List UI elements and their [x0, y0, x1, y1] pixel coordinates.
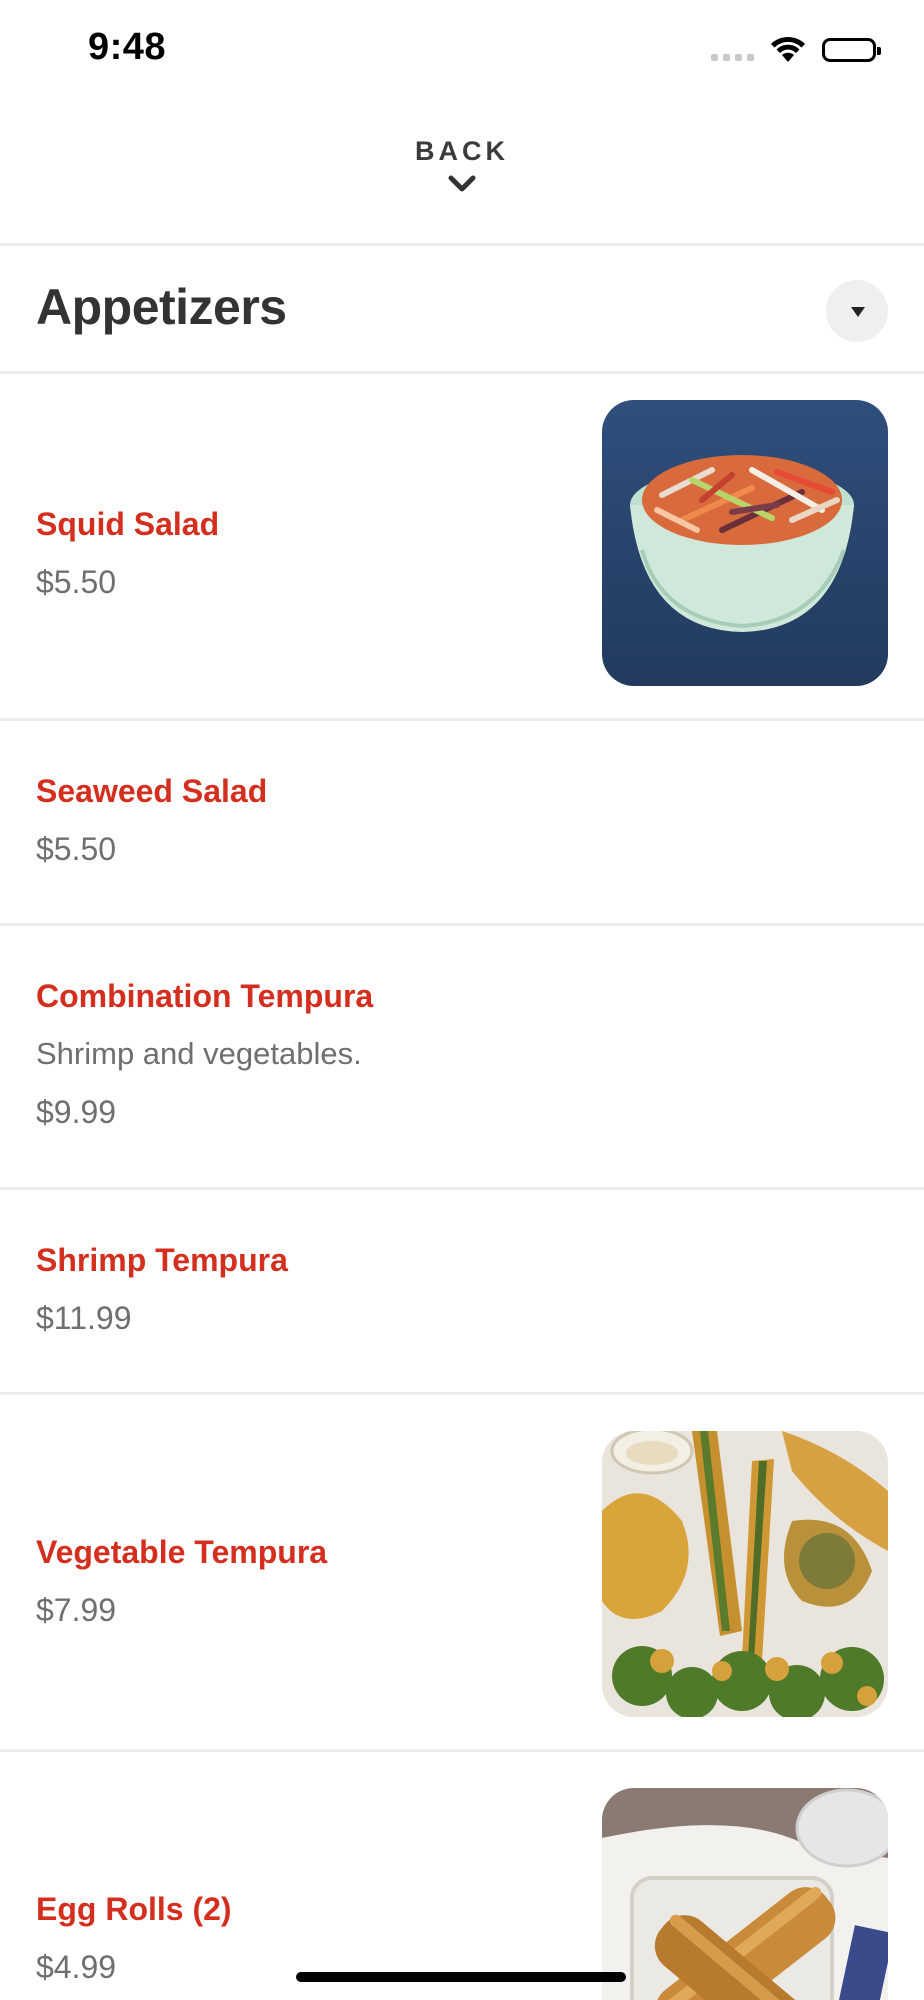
item-name: Vegetable Tempura [36, 1534, 328, 1570]
status-time: 9:48 [88, 26, 167, 68]
item-text: Squid Salad $5.50 [36, 502, 576, 604]
back-label: BACK [415, 136, 509, 166]
item-name: Combination Tempura [36, 978, 374, 1014]
item-name: Shrimp Tempura [36, 1242, 288, 1278]
menu-item-seaweed-salad[interactable]: Seaweed Salad $5.50 [0, 721, 924, 926]
menu-item-squid-salad[interactable]: Squid Salad $5.50 [0, 374, 924, 721]
item-text: Shrimp Tempura $11.99 [36, 1238, 576, 1340]
item-price: $11.99 [36, 1300, 132, 1336]
back-button[interactable]: BACK [362, 136, 562, 216]
menu-item-combination-tempura[interactable]: Combination Tempura Shrimp and vegetable… [0, 926, 924, 1190]
item-text: Seaweed Salad $5.50 [36, 769, 576, 871]
section-title: Appetizers [36, 279, 287, 335]
item-price: $9.99 [36, 1094, 117, 1130]
item-name: Egg Rolls (2) [36, 1891, 232, 1927]
menu-screen: 9:48 BACK Appetizers Squid Salad $5.50 S… [0, 0, 924, 2000]
item-price: $5.50 [36, 831, 117, 867]
item-text: Combination Tempura Shrimp and vegetable… [36, 974, 576, 1134]
status-icons [711, 32, 881, 68]
egg-rolls-photo [602, 1788, 888, 2000]
menu-item-egg-rolls[interactable]: Egg Rolls (2) $4.99 [0, 1752, 924, 2000]
menu-item-shrimp-tempura[interactable]: Shrimp Tempura $11.99 [0, 1190, 924, 1395]
squid-salad-photo [602, 400, 888, 686]
caret-down-icon [851, 307, 865, 317]
wifi-icon [771, 36, 805, 62]
cellular-signal-icon [711, 39, 754, 61]
chevron-down-icon [448, 175, 476, 192]
menu-item-vegetable-tempura[interactable]: Vegetable Tempura $7.99 [0, 1395, 924, 1752]
category-dropdown-button[interactable] [826, 280, 888, 342]
item-name: Squid Salad [36, 506, 220, 542]
item-name: Seaweed Salad [36, 773, 268, 809]
section-header: Appetizers [0, 246, 924, 374]
status-bar: 9:48 [0, 0, 924, 100]
item-description: Shrimp and vegetables. [36, 1036, 362, 1071]
item-price: $4.99 [36, 1949, 117, 1985]
vegetable-tempura-photo [602, 1431, 888, 1717]
item-text: Vegetable Tempura $7.99 [36, 1530, 576, 1632]
item-price: $5.50 [36, 564, 117, 600]
back-bar: BACK [0, 100, 924, 246]
home-indicator [296, 1972, 626, 1982]
battery-icon [822, 38, 881, 62]
item-price: $7.99 [36, 1592, 117, 1628]
